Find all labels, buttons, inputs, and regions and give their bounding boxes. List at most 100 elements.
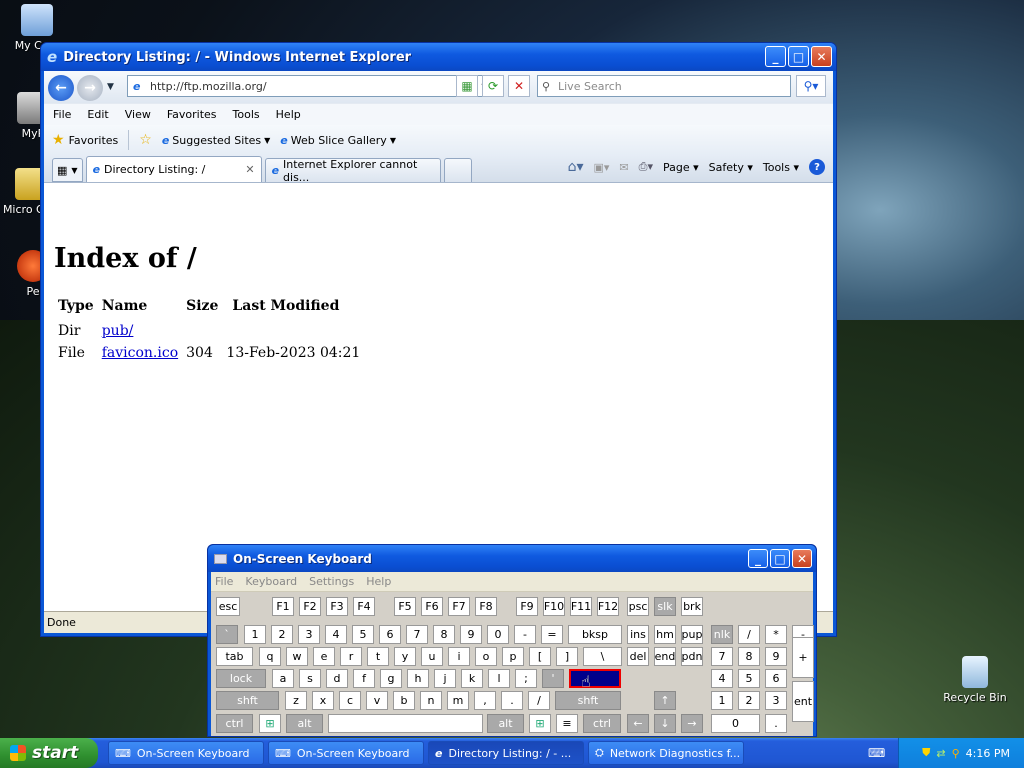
start-button[interactable]: start xyxy=(0,738,98,768)
key-symbol[interactable]: ; xyxy=(515,669,537,688)
key-9[interactable]: 9 xyxy=(765,647,787,666)
key-pdn[interactable]: pdn xyxy=(681,647,703,666)
key-shft[interactable]: shft xyxy=(216,691,279,710)
key-s[interactable]: s xyxy=(299,669,321,688)
compatibility-button[interactable]: ▦ xyxy=(456,75,478,97)
key-symbol[interactable]: / xyxy=(738,625,760,644)
menu-help[interactable]: Help xyxy=(276,108,301,121)
key-f11[interactable]: F11 xyxy=(570,597,592,616)
osk-close-button[interactable]: ✕ xyxy=(792,549,812,568)
key-symbol[interactable]: = xyxy=(541,625,563,644)
menu-view[interactable]: View xyxy=(125,108,151,121)
key-symbol[interactable]: , xyxy=(474,691,496,710)
key-x[interactable]: x xyxy=(312,691,334,710)
key-f7[interactable]: F7 xyxy=(448,597,470,616)
search-input[interactable]: ⚲ Live Search xyxy=(537,75,791,97)
key-symbol[interactable]: ↓ xyxy=(654,714,676,733)
key-f5[interactable]: F5 xyxy=(394,597,416,616)
link-favicon[interactable]: favicon.ico xyxy=(102,345,178,361)
key-5[interactable]: 5 xyxy=(738,669,760,688)
key-m[interactable]: m xyxy=(447,691,469,710)
key-brk[interactable]: brk xyxy=(681,597,703,616)
key-6[interactable]: 6 xyxy=(379,625,401,644)
key-k[interactable]: k xyxy=(461,669,483,688)
key-5[interactable]: 5 xyxy=(352,625,374,644)
key-c[interactable]: c xyxy=(339,691,361,710)
key-j[interactable]: j xyxy=(434,669,456,688)
key-6[interactable]: 6 xyxy=(765,669,787,688)
osk-menu-help[interactable]: Help xyxy=(366,575,391,588)
network-icon[interactable]: ⇄ xyxy=(936,747,945,760)
search-button[interactable]: ⚲▾ xyxy=(796,75,826,97)
print-icon[interactable]: ⎙▾ xyxy=(639,160,653,174)
key-symbol[interactable]: ` xyxy=(216,625,238,644)
key-nlk[interactable]: nlk xyxy=(711,625,733,644)
menu-favorites[interactable]: Favorites xyxy=(167,108,217,121)
menu-tools[interactable]: Tools xyxy=(233,108,260,121)
history-dropdown-icon[interactable]: ▼ xyxy=(107,82,114,92)
help-icon[interactable]: ? xyxy=(809,159,825,175)
key-y[interactable]: y xyxy=(394,647,416,666)
osk-menu-settings[interactable]: Settings xyxy=(309,575,354,588)
key-2[interactable]: 2 xyxy=(738,691,760,710)
web-slice-gallery-button[interactable]: e Web Slice Gallery ▼ xyxy=(280,134,396,147)
key-1[interactable]: 1 xyxy=(711,691,733,710)
task-network-diagnostics[interactable]: ⛭ Network Diagnostics f... xyxy=(588,741,744,765)
key-f12[interactable]: F12 xyxy=(597,597,619,616)
key-symbol[interactable]: ≡ xyxy=(556,714,578,733)
osk-title-bar[interactable]: On-Screen Keyboard _ □ ✕ xyxy=(208,545,816,572)
feeds-icon[interactable]: ▣▾ xyxy=(594,161,610,174)
key-r[interactable]: r xyxy=(340,647,362,666)
favorites-button[interactable]: ★ Favorites xyxy=(52,132,118,148)
key-symbol[interactable]: ' xyxy=(542,669,564,688)
key-tab[interactable]: tab xyxy=(216,647,253,666)
key-l[interactable]: l xyxy=(488,669,510,688)
key-ent[interactable]: ent xyxy=(792,681,814,722)
link-pub[interactable]: pub/ xyxy=(102,323,134,339)
key-7[interactable]: 7 xyxy=(711,647,733,666)
tools-menu[interactable]: Tools ▾ xyxy=(763,161,799,174)
key-bksp[interactable]: bksp xyxy=(568,625,622,644)
menu-file[interactable]: File xyxy=(53,108,71,121)
menu-edit[interactable]: Edit xyxy=(87,108,108,121)
key-shft[interactable]: shft xyxy=(555,691,621,710)
refresh-button[interactable]: ⟳ xyxy=(482,75,504,97)
key-symbol[interactable]: ← xyxy=(627,714,649,733)
key-pup[interactable]: pup xyxy=(681,625,703,644)
key-o[interactable]: o xyxy=(475,647,497,666)
key-f4[interactable]: F4 xyxy=(353,597,375,616)
keyboard-tray-icon[interactable]: ⌨ xyxy=(868,746,885,760)
home-icon[interactable]: ⌂▾ xyxy=(568,159,584,175)
key-f9[interactable]: F9 xyxy=(516,597,538,616)
key-symbol[interactable]: / xyxy=(528,691,550,710)
key-symbol[interactable]: → xyxy=(681,714,703,733)
quick-tabs-button[interactable]: ▦ ▼ xyxy=(52,158,83,182)
task-osk-2[interactable]: ⌨ On-Screen Keyboard xyxy=(268,741,424,765)
key-symbol[interactable]: ⊞ xyxy=(259,714,281,733)
key-8[interactable]: 8 xyxy=(738,647,760,666)
key-b[interactable]: b xyxy=(393,691,415,710)
key-z[interactable]: z xyxy=(285,691,307,710)
desktop-icon-recycle-bin[interactable]: Recycle Bin xyxy=(940,656,1010,704)
key-end[interactable]: end xyxy=(654,647,676,666)
key-symbol[interactable]: [ xyxy=(529,647,551,666)
key-v[interactable]: v xyxy=(366,691,388,710)
stop-button[interactable]: ✕ xyxy=(508,75,530,97)
address-input[interactable]: e http://ftp.mozilla.org/ ▼ xyxy=(127,75,493,97)
key-symbol[interactable]: . xyxy=(501,691,523,710)
key-h[interactable]: h xyxy=(407,669,429,688)
tab-directory-listing[interactable]: e Directory Listing: / ✕ xyxy=(85,156,262,182)
back-button[interactable]: ← xyxy=(48,75,74,101)
key-symbol[interactable]: ] xyxy=(556,647,578,666)
key-symbol[interactable]: - xyxy=(514,625,536,644)
key-g[interactable]: g xyxy=(380,669,402,688)
key-esc[interactable]: esc xyxy=(216,597,240,616)
osk-menu-keyboard[interactable]: Keyboard xyxy=(245,575,297,588)
key-0[interactable]: 0 xyxy=(711,714,760,733)
add-favorites-icon[interactable]: ☆ xyxy=(139,132,152,148)
key-q[interactable]: q xyxy=(259,647,281,666)
key-d[interactable]: d xyxy=(326,669,348,688)
safety-menu[interactable]: Safety ▾ xyxy=(709,161,753,174)
ie-title-bar[interactable]: e Directory Listing: / - Windows Interne… xyxy=(41,43,836,71)
tab-ie-cannot-display[interactable]: e Internet Explorer cannot dis... xyxy=(264,158,441,184)
